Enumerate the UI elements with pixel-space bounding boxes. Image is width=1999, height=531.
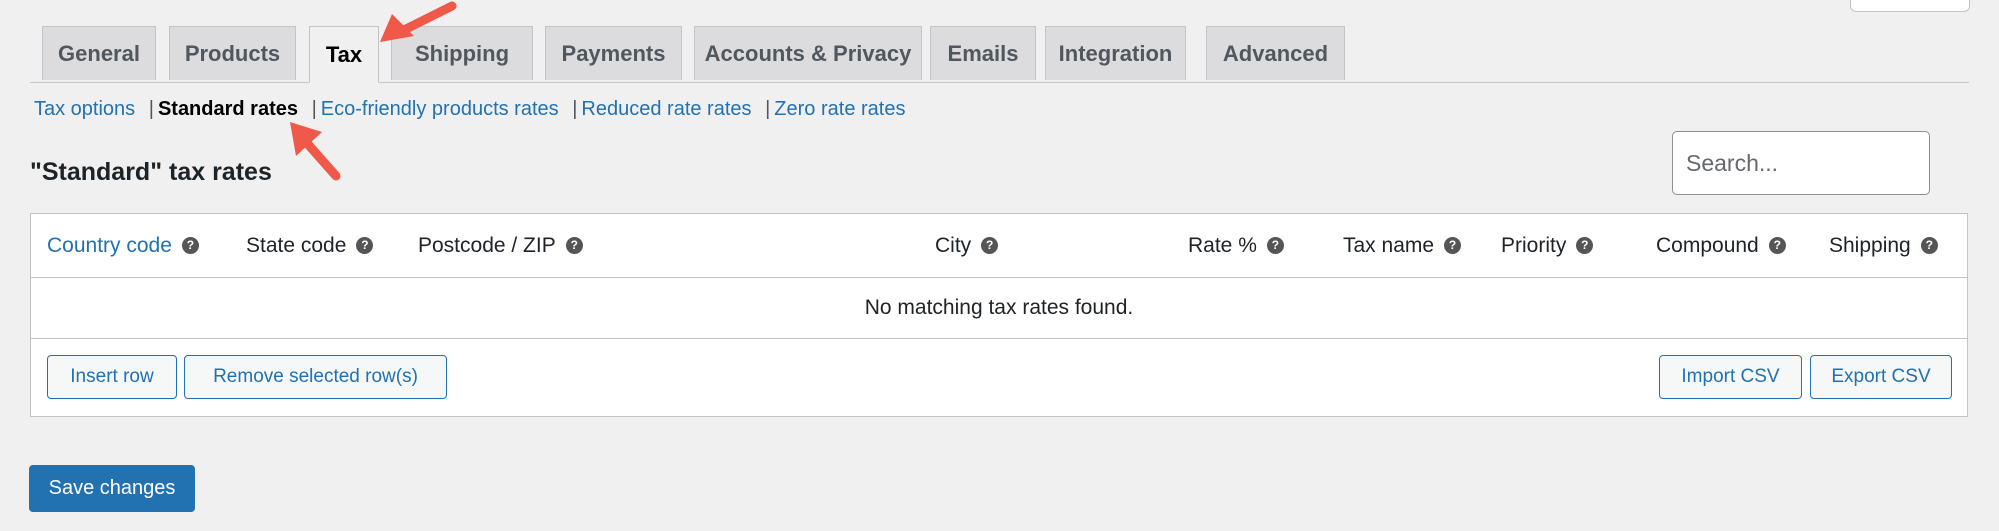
subnav-eco-friendly-rates[interactable]: Eco-friendly products rates (321, 98, 559, 120)
help-icon[interactable]: ? (1576, 237, 1594, 254)
tab-emails[interactable]: Emails (930, 26, 1036, 80)
help-icon[interactable]: ? (356, 237, 374, 254)
section-title: "Standard" tax rates (30, 158, 272, 186)
export-csv-button[interactable]: Export CSV (1810, 355, 1952, 399)
help-icon[interactable]: ? (1444, 237, 1462, 254)
subnav-separator: | (311, 98, 317, 120)
tab-tax[interactable]: Tax (309, 26, 379, 83)
tab-accounts-privacy[interactable]: Accounts & Privacy (694, 26, 922, 80)
subnav-tax-options[interactable]: Tax options (34, 98, 135, 120)
column-label: State code (246, 233, 347, 257)
column-tax-name: Tax name? (1343, 214, 1462, 277)
subnav-zero-rate-rates[interactable]: Zero rate rates (774, 98, 905, 120)
column-label: Tax name (1343, 233, 1435, 257)
column-label: Priority (1501, 233, 1567, 257)
column-city: City? (935, 214, 999, 277)
subnav-reduced-rate-rates[interactable]: Reduced rate rates (581, 98, 751, 120)
column-label: Rate % (1188, 233, 1257, 257)
settings-tabs: General Products Tax Shipping Payments A… (30, 26, 1969, 83)
annotation-arrow-icon (380, 1, 457, 42)
tax-rates-table: Country code? State code? Postcode / ZIP… (30, 213, 1968, 417)
subnav-separator: | (572, 98, 578, 120)
column-state-code: State code? (246, 214, 374, 277)
column-label: Compound (1656, 233, 1759, 257)
search-input[interactable] (1672, 131, 1930, 195)
column-rate: Rate %? (1188, 214, 1284, 277)
empty-message: No matching tax rates found. (31, 278, 1967, 339)
column-country-code[interactable]: Country code? (47, 214, 199, 277)
help-icon[interactable]: ? (1920, 237, 1938, 254)
column-priority: Priority? (1501, 214, 1594, 277)
column-shipping: Shipping? (1829, 214, 1938, 277)
tax-subnav: Tax options | Standard rates | Eco-friendl… (34, 98, 905, 121)
help-icon[interactable]: ? (565, 237, 583, 254)
annotation-arrow-icon (290, 122, 341, 181)
help-icon[interactable]: ? (981, 237, 999, 254)
tab-products[interactable]: Products (169, 26, 296, 80)
help-icon[interactable]: ? (1768, 237, 1786, 254)
remove-rows-button[interactable]: Remove selected row(s) (184, 355, 447, 399)
tab-advanced[interactable]: Advanced (1206, 26, 1345, 80)
subnav-separator: | (148, 98, 154, 120)
subnav-standard-rates: Standard rates (157, 98, 298, 120)
column-postcode: Postcode / ZIP? (418, 214, 583, 277)
table-header: Country code? State code? Postcode / ZIP… (31, 214, 1967, 278)
save-changes-button[interactable]: Save changes (29, 465, 195, 512)
column-label: Postcode / ZIP (418, 233, 556, 257)
subnav-separator: | (765, 98, 771, 120)
import-csv-button[interactable]: Import CSV (1659, 355, 1802, 399)
tab-integration[interactable]: Integration (1045, 26, 1186, 80)
insert-row-button[interactable]: Insert row (47, 355, 177, 399)
help-icon[interactable]: ? (181, 237, 199, 254)
column-compound: Compound? (1656, 214, 1786, 277)
tab-payments[interactable]: Payments (545, 26, 682, 80)
top-right-box[interactable] (1850, 0, 1970, 12)
help-icon[interactable]: ? (1266, 237, 1284, 254)
tab-general[interactable]: General (42, 26, 156, 80)
column-label: Country code (47, 233, 172, 257)
column-label: City (935, 233, 972, 257)
column-label: Shipping (1829, 233, 1911, 257)
